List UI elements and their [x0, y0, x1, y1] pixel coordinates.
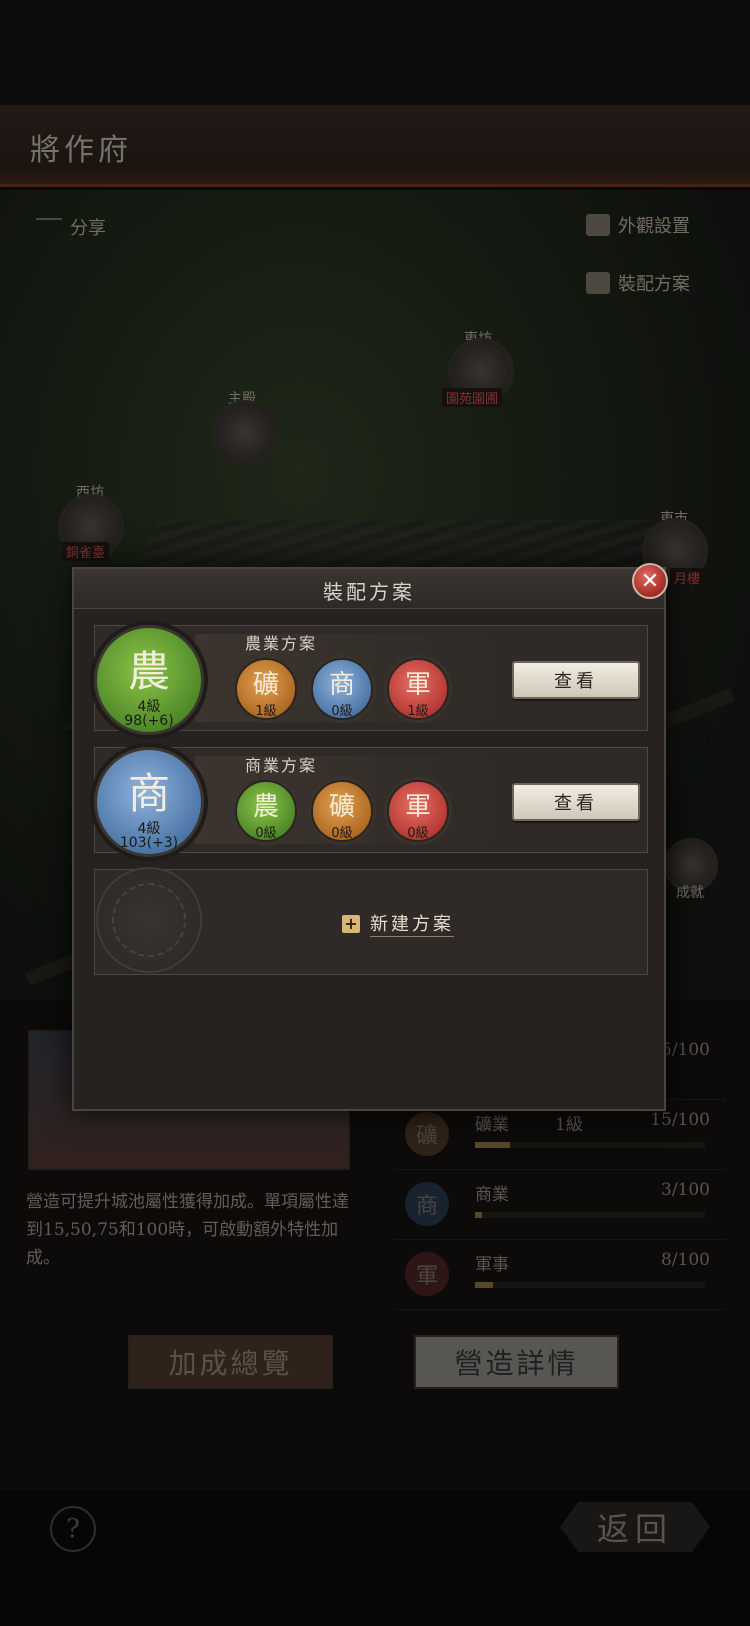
sub-glyph: 礦	[252, 670, 279, 700]
sub-glyph: 軍	[404, 670, 431, 700]
plan-name: 農業方案	[245, 634, 318, 653]
sub-level: 1級	[407, 704, 429, 719]
plan-sub-agriculture: 農 0級	[235, 780, 297, 842]
plan-sub-military: 軍 0級	[387, 780, 449, 842]
sub-glyph: 軍	[404, 792, 431, 822]
dialog-header: 裝配方案	[74, 569, 664, 609]
plan-main-commerce-icon: 商 4級 103(+3)	[94, 747, 204, 857]
new-plan-button[interactable]: + 新建方案	[342, 910, 454, 937]
plan-sub-commerce: 商 0級	[311, 658, 373, 720]
sub-level: 1級	[255, 704, 277, 719]
sub-level: 0級	[331, 826, 353, 841]
main-glyph: 商	[127, 769, 170, 818]
view-plan-button[interactable]: 查看	[512, 661, 640, 699]
loadout-dialog: 裝配方案 ✕ 農業方案 礦 1級 商 0級 軍 1級 農 4級 98(+6) 查…	[72, 563, 668, 1111]
plan-name: 商業方案	[245, 756, 318, 775]
main-glyph: 農	[127, 647, 170, 696]
sub-level: 0級	[331, 704, 353, 719]
sub-level: 0級	[255, 826, 277, 841]
close-icon[interactable]: ✕	[632, 563, 668, 599]
dialog-title: 裝配方案	[323, 580, 415, 604]
plan-sub-mining: 礦 0級	[311, 780, 373, 842]
empty-plan-emblem	[96, 867, 202, 973]
sub-glyph: 商	[328, 670, 355, 700]
new-plan-label: 新建方案	[370, 910, 454, 937]
sub-glyph: 農	[252, 792, 279, 822]
main-points: 98(+6)	[124, 713, 174, 729]
plan-main-agriculture-icon: 農 4級 98(+6)	[94, 625, 204, 735]
sub-level: 0級	[407, 826, 429, 841]
sub-glyph: 礦	[328, 792, 355, 822]
view-plan-button[interactable]: 查看	[512, 783, 640, 821]
plan-sub-mining: 礦 1級	[235, 658, 297, 720]
emblem-ring	[112, 883, 186, 957]
plan-sub-military: 軍 1級	[387, 658, 449, 720]
main-points: 103(+3)	[119, 835, 179, 851]
plus-icon: +	[342, 914, 360, 933]
